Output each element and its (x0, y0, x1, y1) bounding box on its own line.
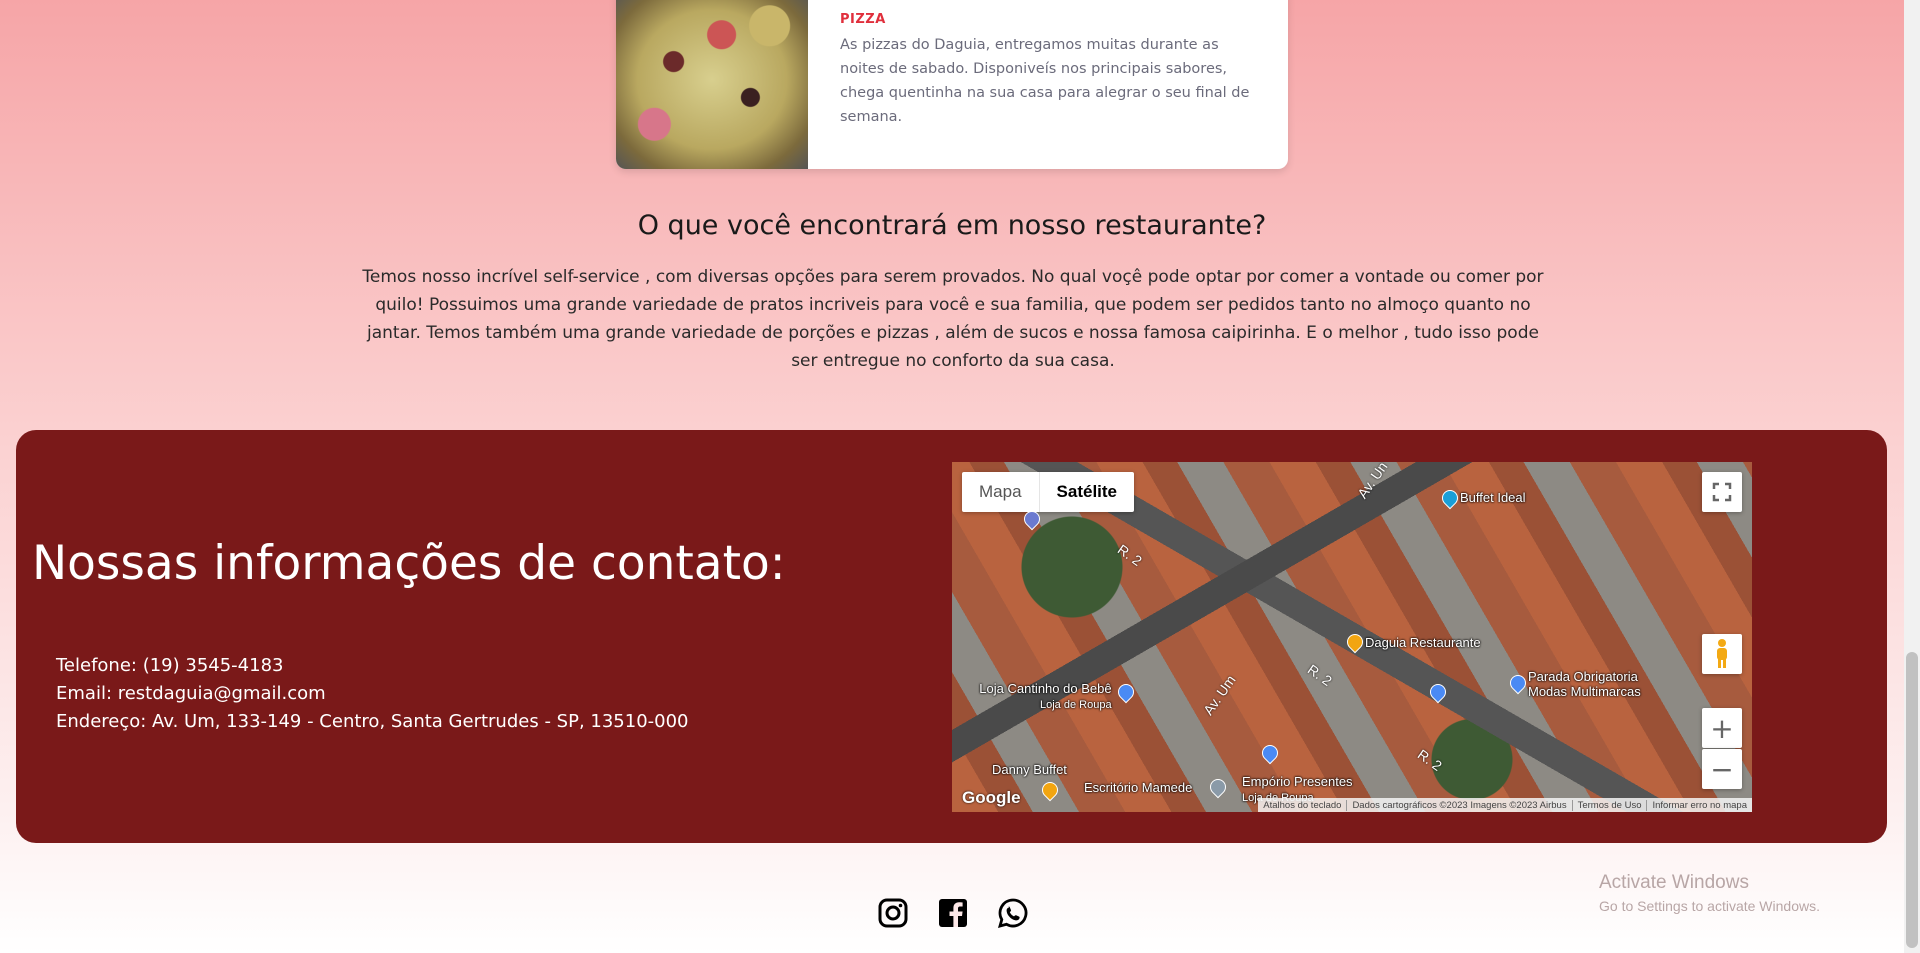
minus-icon: − (1710, 752, 1734, 786)
social-links (877, 897, 1029, 929)
product-card: PIZZA As pizzas do Daguia, entregamos mu… (616, 0, 1288, 169)
watermark-title: Activate Windows (1599, 872, 1749, 893)
pegman-icon (1717, 639, 1727, 668)
map-label-line: Loja de Roupa (1040, 699, 1112, 711)
map-label[interactable]: Danny Buffet (992, 762, 1067, 777)
card-category: PIZZA (840, 12, 886, 27)
fullscreen-button[interactable] (1702, 472, 1742, 512)
fullscreen-icon (1712, 482, 1732, 502)
map-type-toggle: Mapa Satélite (962, 472, 1135, 512)
contact-title: Nossas informações de contato: (32, 536, 786, 591)
windows-activation-watermark: Activate Windows Go to Settings to activ… (1599, 872, 1820, 914)
embedded-map[interactable]: Mapa Satélite + − R. 2 R. 2 R. 2 Av. Um (952, 462, 1752, 812)
google-logo: Google (962, 788, 1021, 807)
shop-pin-icon[interactable] (1426, 680, 1450, 704)
terms-link[interactable]: Termos de Uso (1571, 799, 1647, 811)
pizza-image (616, 0, 808, 169)
whatsapp-icon[interactable] (997, 897, 1029, 929)
zoom-out-button[interactable]: − (1702, 749, 1742, 789)
map-label[interactable]: Daguia Restaurante (1365, 635, 1481, 650)
shop-pin-icon[interactable] (1114, 680, 1138, 704)
street-label: R. 2 (1304, 661, 1335, 689)
street-label: R. 2 (1414, 746, 1445, 774)
contact-phone: Telefone: (19) 3545-4183 (56, 655, 284, 676)
watermark-subtitle: Go to Settings to activate Windows. (1599, 898, 1820, 914)
shop-pin-icon[interactable] (1258, 741, 1282, 765)
restaurant-pin-icon[interactable] (1343, 630, 1367, 654)
section-title: O que você encontrará em nosso restauran… (637, 210, 1267, 241)
report-error-link[interactable]: Informar erro no mapa (1646, 799, 1752, 811)
card-description: As pizzas do Daguia, entregamos muitas d… (840, 37, 1250, 125)
map-tab-map[interactable]: Mapa (962, 472, 1039, 512)
street-label: R. 2 (1114, 541, 1145, 569)
contact-email: Email: restdaguia@gmail.com (56, 683, 326, 704)
keyboard-shortcuts-link[interactable]: Atalhos do teclado (1258, 800, 1346, 811)
place-pin-icon[interactable] (1206, 775, 1230, 799)
map-label[interactable]: Buffet Ideal (1460, 490, 1526, 505)
map-data-text: Dados cartográficos ©2023 Imagens ©2023 … (1346, 799, 1571, 811)
map-label[interactable]: Escritório Mamede (1084, 780, 1192, 795)
street-label: Av. Um (1199, 672, 1239, 718)
contact-address: Endereço: Av. Um, 133-149 - Centro, Sant… (56, 711, 689, 732)
map-attribution: Atalhos do teclado Dados cartográficos ©… (1258, 798, 1752, 812)
scrollbar-thumb[interactable] (1906, 652, 1918, 948)
shop-pin-icon[interactable] (1506, 671, 1530, 695)
map-label-line: Empório Presentes (1242, 774, 1353, 789)
contact-info: Telefone: (19) 3545-4183 Email: restdagu… (56, 652, 689, 736)
section-body: Temos nosso incrível self-service , com … (362, 267, 1544, 371)
map-label-line: Parada Obrigatoria (1528, 669, 1638, 684)
page-scrollbar[interactable] (1904, 0, 1920, 953)
street-label: Av. Un (1354, 462, 1391, 502)
contact-section: Nossas informações de contato: Telefone:… (16, 430, 1887, 843)
plus-icon: + (1710, 711, 1734, 745)
instagram-icon[interactable] (877, 897, 909, 929)
map-label[interactable]: Parada Obrigatoria Modas Multimarcas (1528, 669, 1641, 699)
street-view-button[interactable] (1702, 634, 1742, 674)
map-label[interactable]: Loja Cantinho do Bebê Loja de Roupa (970, 681, 1112, 711)
restaurant-pin-icon[interactable] (1038, 778, 1062, 802)
map-pin-icon[interactable] (1438, 486, 1462, 510)
map-label-line: Modas Multimarcas (1528, 684, 1641, 699)
map-tab-satellite[interactable]: Satélite (1038, 472, 1134, 512)
facebook-icon[interactable] (937, 897, 969, 929)
zoom-in-button[interactable]: + (1702, 708, 1742, 748)
map-label-line: Loja Cantinho do Bebê (979, 681, 1112, 696)
